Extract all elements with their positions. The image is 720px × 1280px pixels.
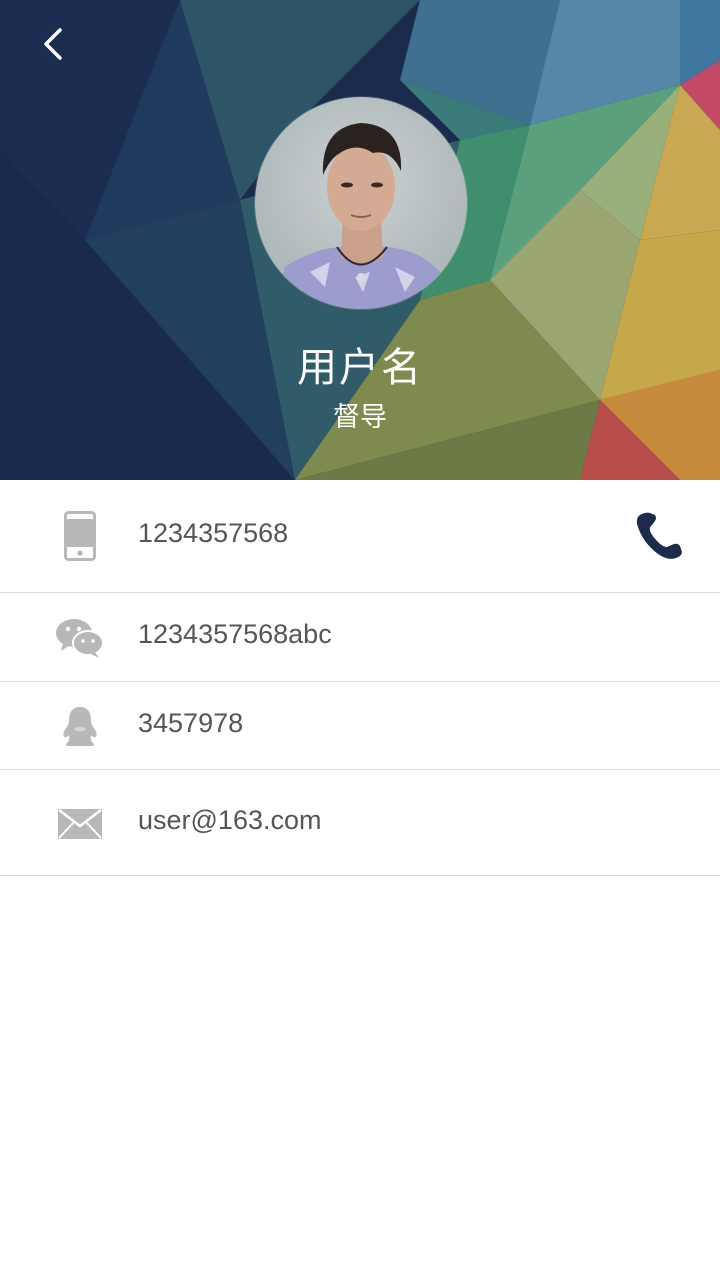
wechat-row: 1234357568abc	[0, 593, 720, 682]
qq-row: 3457978	[0, 682, 720, 770]
back-chevron-icon[interactable]	[30, 20, 78, 68]
qq-penguin-icon	[52, 698, 108, 754]
avatar-photo	[255, 97, 467, 309]
phone-number: 1234357568	[138, 518, 289, 548]
profile-header: 用户名 督导	[0, 0, 720, 480]
phone-call-icon[interactable]	[632, 508, 688, 564]
wechat-icon	[52, 610, 108, 666]
user-name: 用户名	[297, 345, 423, 391]
qq-number: 3457978	[138, 708, 244, 738]
mobile-phone-icon	[52, 508, 108, 564]
contact-list: 1234357568 1234357568abc 3457978 user@16…	[0, 480, 720, 876]
email-address: user@163.com	[138, 805, 322, 835]
wechat-id: 1234357568abc	[138, 619, 332, 649]
avatar[interactable]	[255, 97, 467, 309]
phone-row: 1234357568	[0, 480, 720, 593]
mail-envelope-icon	[52, 796, 108, 852]
user-role: 督导	[333, 402, 387, 433]
email-row: user@163.com	[0, 770, 720, 876]
